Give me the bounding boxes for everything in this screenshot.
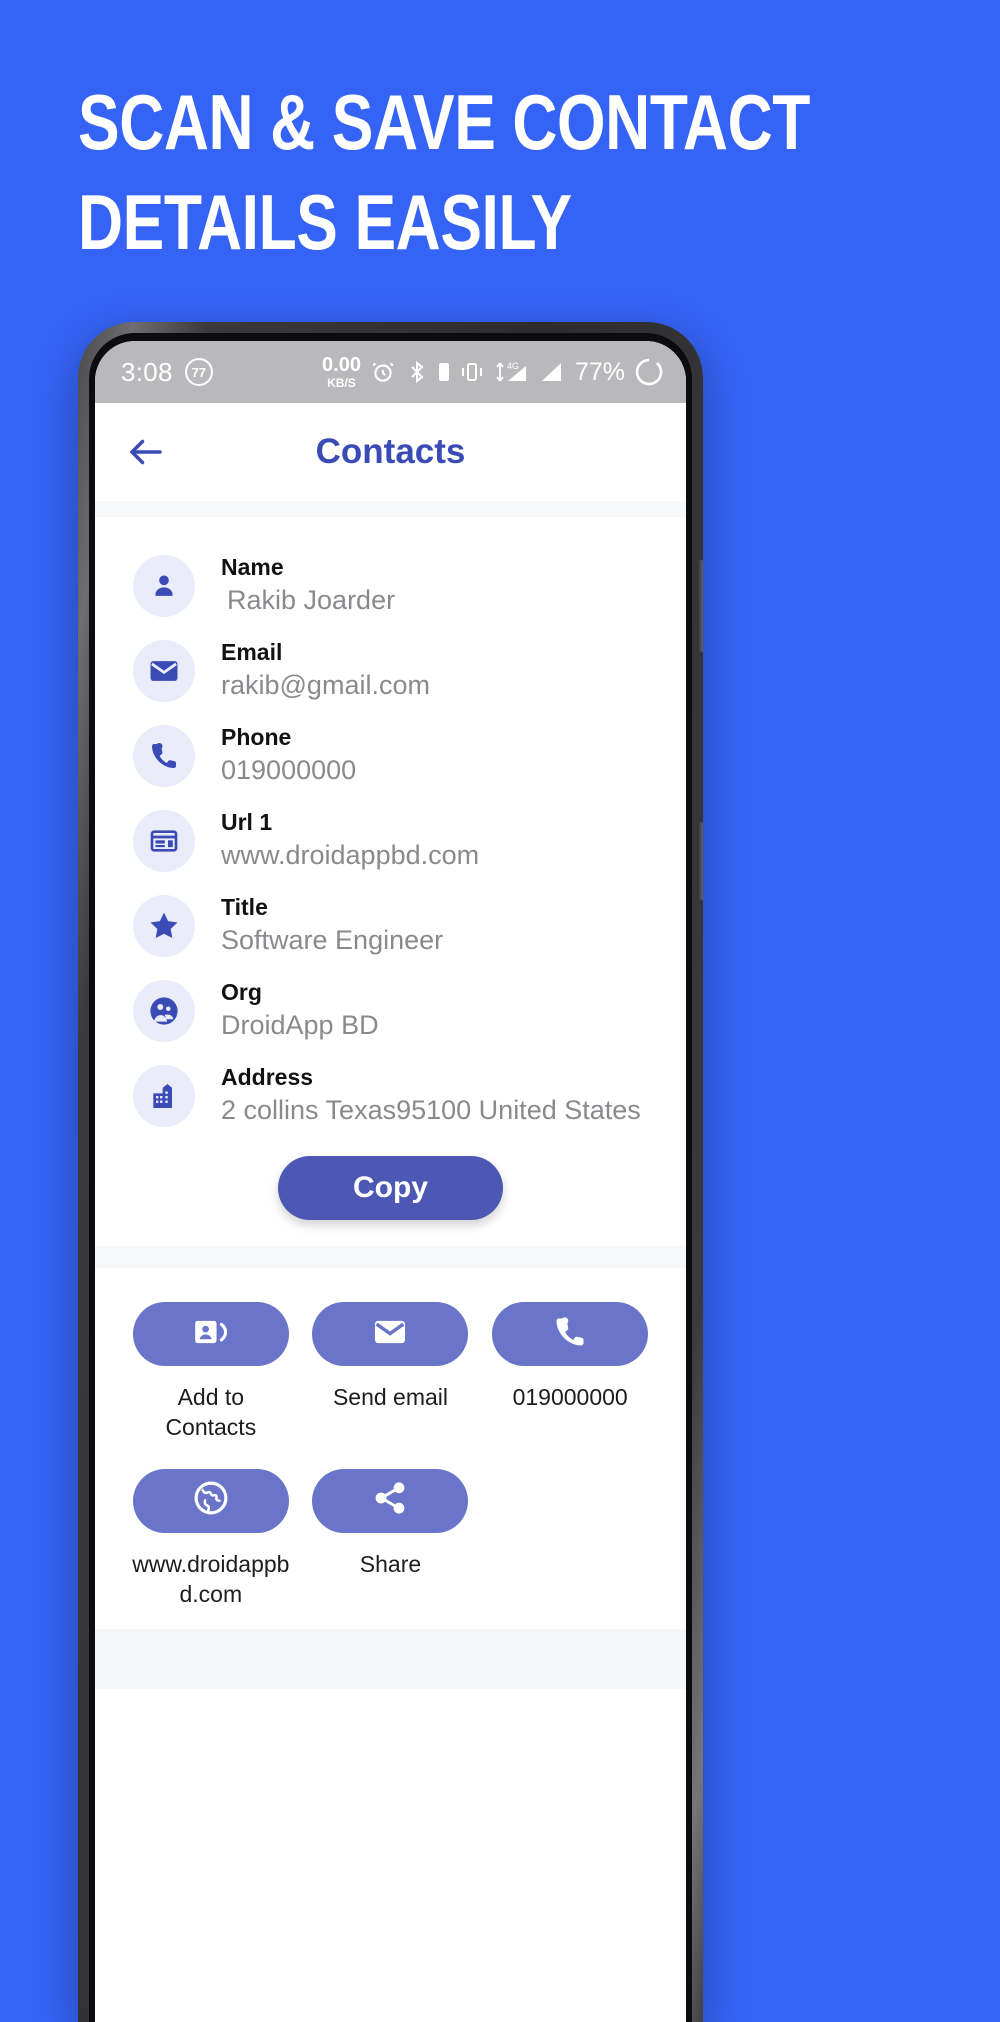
copy-button-container: Copy	[95, 1138, 686, 1246]
phone-screen: 3:08 77 0.00 KB/S 4G 77% Contacts Name R…	[95, 341, 686, 2022]
action-share[interactable]: Share	[301, 1468, 481, 1610]
appbar-divider	[95, 501, 686, 517]
share-icon	[372, 1480, 408, 1521]
status-bar-badge: 77	[184, 358, 213, 386]
promo-heading: Scan & Save Contact Details Easily	[78, 72, 810, 272]
page-title: Contacts	[315, 432, 466, 471]
action-label: Share	[359, 1550, 422, 1577]
star-icon	[133, 894, 195, 957]
action-pill[interactable]	[132, 1302, 289, 1366]
contact-row-title[interactable]: Title Software Engineer	[95, 883, 686, 968]
email-icon	[371, 1313, 409, 1356]
action-open-website[interactable]: www.droidappbd.com	[121, 1468, 301, 1610]
person-icon	[133, 554, 195, 617]
contact-row-email[interactable]: Email rakib@gmail.com	[95, 628, 686, 713]
phone-icon	[552, 1314, 588, 1355]
action-add-to-contacts[interactable]: Add to Contacts	[121, 1302, 301, 1443]
promo-heading-line-2: Details Easily	[78, 178, 572, 266]
contact-row-text: Address 2 collins Texas95100 United Stat…	[221, 1063, 641, 1129]
action-label: www.droidappbd.com	[132, 1550, 290, 1608]
svg-text:4G: 4G	[507, 361, 519, 371]
phone-side-button-volume[interactable]	[697, 560, 703, 652]
add-contact-icon	[192, 1313, 230, 1356]
status-bar: 3:08 77 0.00 KB/S 4G 77%	[95, 341, 686, 403]
contact-row-name[interactable]: Name Rakib Joarder	[95, 543, 686, 628]
status-bar-clock: 3:08	[121, 356, 173, 387]
contact-value: Rakib Joarder	[227, 585, 396, 616]
action-pill[interactable]	[132, 1468, 289, 1533]
network-speed-value: 0.00	[322, 354, 361, 376]
signal-icon	[537, 359, 563, 385]
web-card-icon	[133, 809, 195, 872]
globe-icon	[192, 1479, 230, 1522]
action-pill[interactable]	[312, 1468, 469, 1533]
phone-bezel: 3:08 77 0.00 KB/S 4G 77% Contacts Name R…	[89, 333, 692, 2022]
battery-circle-icon	[634, 357, 664, 387]
contact-row-text: Phone 019000000	[221, 723, 356, 789]
contact-value: rakib@gmail.com	[221, 670, 430, 701]
copy-button[interactable]: Copy	[278, 1156, 503, 1220]
actions-divider	[95, 1246, 686, 1268]
quick-actions-grid: Add to Contacts Send email 019000000 www…	[95, 1268, 686, 1630]
contact-row-url[interactable]: Url 1 www.droidappbd.com	[95, 798, 686, 883]
vibrate-icon	[459, 359, 485, 385]
phone-side-button-power[interactable]	[697, 822, 703, 900]
contact-label: Address	[221, 1063, 314, 1090]
battery-small-icon	[438, 360, 450, 384]
action-label: 019000000	[512, 1384, 628, 1410]
group-icon	[133, 979, 195, 1042]
contact-label: Phone	[221, 723, 292, 750]
action-call-phone[interactable]: 019000000	[480, 1302, 660, 1443]
contact-label: Url 1	[221, 808, 273, 835]
action-label: Send email	[332, 1384, 449, 1410]
contact-label: Org	[221, 978, 262, 1005]
contact-value: Software Engineer	[221, 925, 444, 956]
signal-4g-icon: 4G	[494, 359, 528, 385]
contact-row-text: Email rakib@gmail.com	[221, 638, 430, 704]
phone-icon	[133, 724, 195, 787]
action-send-email[interactable]: Send email	[301, 1302, 481, 1443]
action-label: Add to Contacts	[165, 1384, 257, 1441]
contact-row-text: Url 1 www.droidappbd.com	[221, 808, 479, 874]
contact-value: www.droidappbd.com	[221, 840, 480, 871]
contact-row-address[interactable]: Address 2 collins Texas95100 United Stat…	[95, 1053, 686, 1138]
promo-heading-line-1: Scan & Save Contact	[78, 78, 810, 166]
contact-label: Name	[221, 553, 284, 580]
app-bar: Contacts	[95, 403, 686, 501]
phone-device-frame: 3:08 77 0.00 KB/S 4G 77% Contacts Name R…	[78, 322, 703, 2022]
contact-row-text: Org DroidApp BD	[221, 978, 379, 1044]
bluetooth-icon	[405, 359, 429, 385]
email-icon	[133, 639, 195, 702]
status-bar-right: 0.00 KB/S 4G 77%	[322, 355, 664, 389]
building-icon	[133, 1064, 195, 1127]
back-arrow-icon[interactable]	[125, 431, 167, 473]
alarm-icon	[370, 359, 396, 385]
contact-row-org[interactable]: Org DroidApp BD	[95, 968, 686, 1053]
contact-value: 2 collins Texas95100 United States	[221, 1095, 641, 1126]
contact-label: Email	[221, 638, 283, 665]
action-pill[interactable]	[312, 1302, 469, 1366]
network-speed-indicator: 0.00 KB/S	[322, 355, 361, 389]
contact-value: DroidApp BD	[221, 1010, 379, 1041]
contact-row-text: Title Software Engineer	[221, 893, 443, 959]
status-bar-left: 3:08 77	[121, 357, 213, 388]
contact-detail-list: Name Rakib Joarder Email rakib@gmail.com	[95, 517, 686, 1246]
bottom-strip	[95, 1629, 686, 1690]
network-speed-unit: KB/S	[327, 376, 356, 390]
battery-percent: 77%	[574, 357, 625, 386]
action-pill[interactable]	[492, 1302, 649, 1366]
contact-label: Title	[221, 893, 268, 920]
contact-row-phone[interactable]: Phone 019000000	[95, 713, 686, 798]
contact-row-text: Name Rakib Joarder	[221, 553, 395, 619]
contact-value: 019000000	[221, 755, 357, 786]
